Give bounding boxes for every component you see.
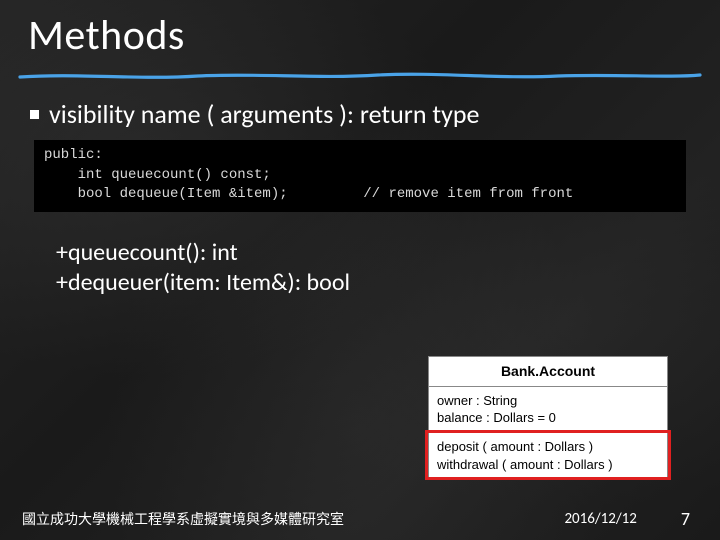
uml-method: deposit ( amount : Dollars ) (437, 438, 659, 456)
uml-attributes: owner : String balance : Dollars = 0 (429, 387, 667, 433)
code-block: public: int queuecount() const; bool deq… (34, 140, 686, 212)
uml-class-diagram: Bank.Account owner : String balance : Do… (428, 356, 668, 479)
uml-line: +dequeuer(item: Item&): bool (56, 268, 350, 298)
page-title: Methods (28, 10, 185, 61)
uml-method-example: +queuecount(): int +dequeuer(item: Item&… (56, 238, 350, 298)
code-line: int queuecount() const; (44, 167, 271, 183)
uml-attribute: balance : Dollars = 0 (437, 409, 659, 427)
uml-attribute: owner : String (437, 392, 659, 410)
bullet-icon (30, 110, 39, 119)
bullet-text: visibility name ( arguments ): return ty… (49, 98, 479, 130)
code-line: bool dequeue(Item &item); // remove item… (44, 186, 573, 202)
title-underline (18, 72, 702, 82)
footer: 國立成功大學機械工程學系虛擬實境與多媒體研究室 2016/12/12 7 (0, 508, 720, 530)
code-line: public: (44, 147, 103, 163)
uml-class-name: Bank.Account (429, 357, 667, 387)
uml-method: withdrawal ( amount : Dollars ) (437, 456, 659, 474)
uml-methods: deposit ( amount : Dollars ) withdrawal … (429, 433, 667, 478)
footer-right: 2016/12/12 7 (564, 508, 690, 530)
uml-line: +queuecount(): int (56, 238, 350, 268)
footer-date: 2016/12/12 (564, 510, 636, 528)
page-number: 7 (681, 508, 690, 530)
bullet-item: visibility name ( arguments ): return ty… (30, 98, 479, 130)
footer-org: 國立成功大學機械工程學系虛擬實境與多媒體研究室 (22, 509, 344, 529)
slide: Methods visibility name ( arguments ): r… (0, 0, 720, 540)
